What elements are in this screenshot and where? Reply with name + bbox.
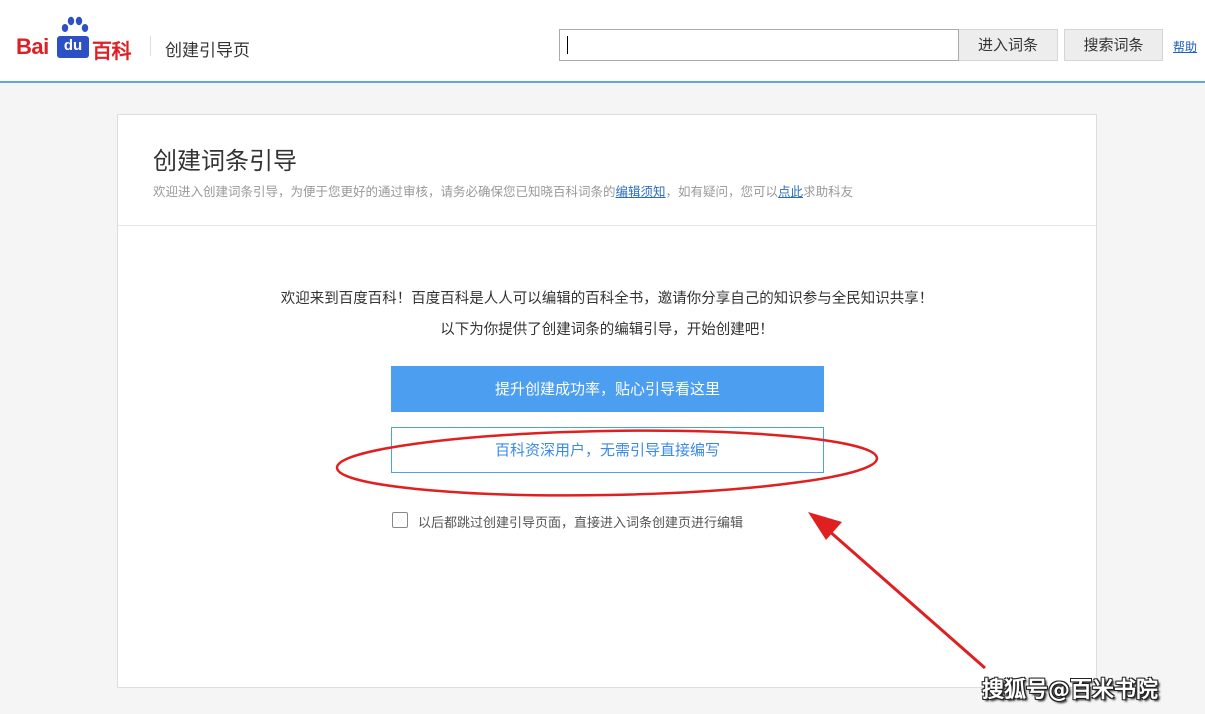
direct-edit-button[interactable]: 百科资深用户，无需引导直接编写 [391, 427, 824, 473]
subtitle-text-2: ，如有疑问，您可以 [665, 184, 779, 199]
intro-line-1: 欢迎来到百度百科！百度百科是人人可以编辑的百科全书，邀请你分享自己的知识参与全民… [280, 291, 934, 307]
card-title: 创建词条引导 [153, 147, 297, 175]
text-caret [567, 36, 568, 54]
subtitle-text-3: 求助科友 [803, 184, 854, 199]
search-input[interactable] [559, 29, 959, 61]
intro-line-2: 以下为你提供了创建词条的编辑引导，开始创建吧！ [440, 322, 774, 338]
edit-notice-link[interactable]: 编辑须知 [616, 184, 666, 199]
logo-text-bai: Bai [16, 34, 49, 59]
header-divider [150, 36, 151, 56]
top-header: Bai du 百科 创建引导页 进入词条 搜索词条 帮助 [0, 0, 1205, 83]
baidu-baike-logo[interactable]: Bai du 百科 [16, 16, 136, 63]
help-link[interactable]: 帮助 [1173, 38, 1197, 55]
create-guide-card: 创建词条引导 欢迎进入创建词条引导，为便于您更好的通过审核，请务必确保您已知晓百… [117, 114, 1097, 688]
paw-icon [61, 16, 89, 32]
watermark: 搜狐号@百米书院 [982, 678, 1159, 703]
page-name: 创建引导页 [165, 41, 250, 61]
logo-text-du: du [57, 36, 89, 58]
subtitle-text-1: 欢迎进入创建词条引导，为便于您更好的通过审核，请务必确保您已知晓百科词条的 [153, 184, 616, 199]
click-here-link[interactable]: 点此 [778, 184, 803, 199]
skip-guide-checkbox[interactable] [392, 512, 408, 528]
card-subtitle: 欢迎进入创建词条引导，为便于您更好的通过审核，请务必确保您已知晓百科词条的编辑须… [153, 181, 853, 200]
search-entry-button[interactable]: 搜索词条 [1064, 29, 1163, 61]
card-divider [118, 225, 1096, 226]
skip-guide-label: 以后都跳过创建引导页面，直接进入词条创建页进行编辑 [418, 516, 744, 531]
guided-create-button[interactable]: 提升创建成功率，贴心引导看这里 [391, 366, 824, 412]
logo-text-baike: 百科 [92, 41, 132, 63]
enter-entry-button[interactable]: 进入词条 [959, 29, 1058, 61]
